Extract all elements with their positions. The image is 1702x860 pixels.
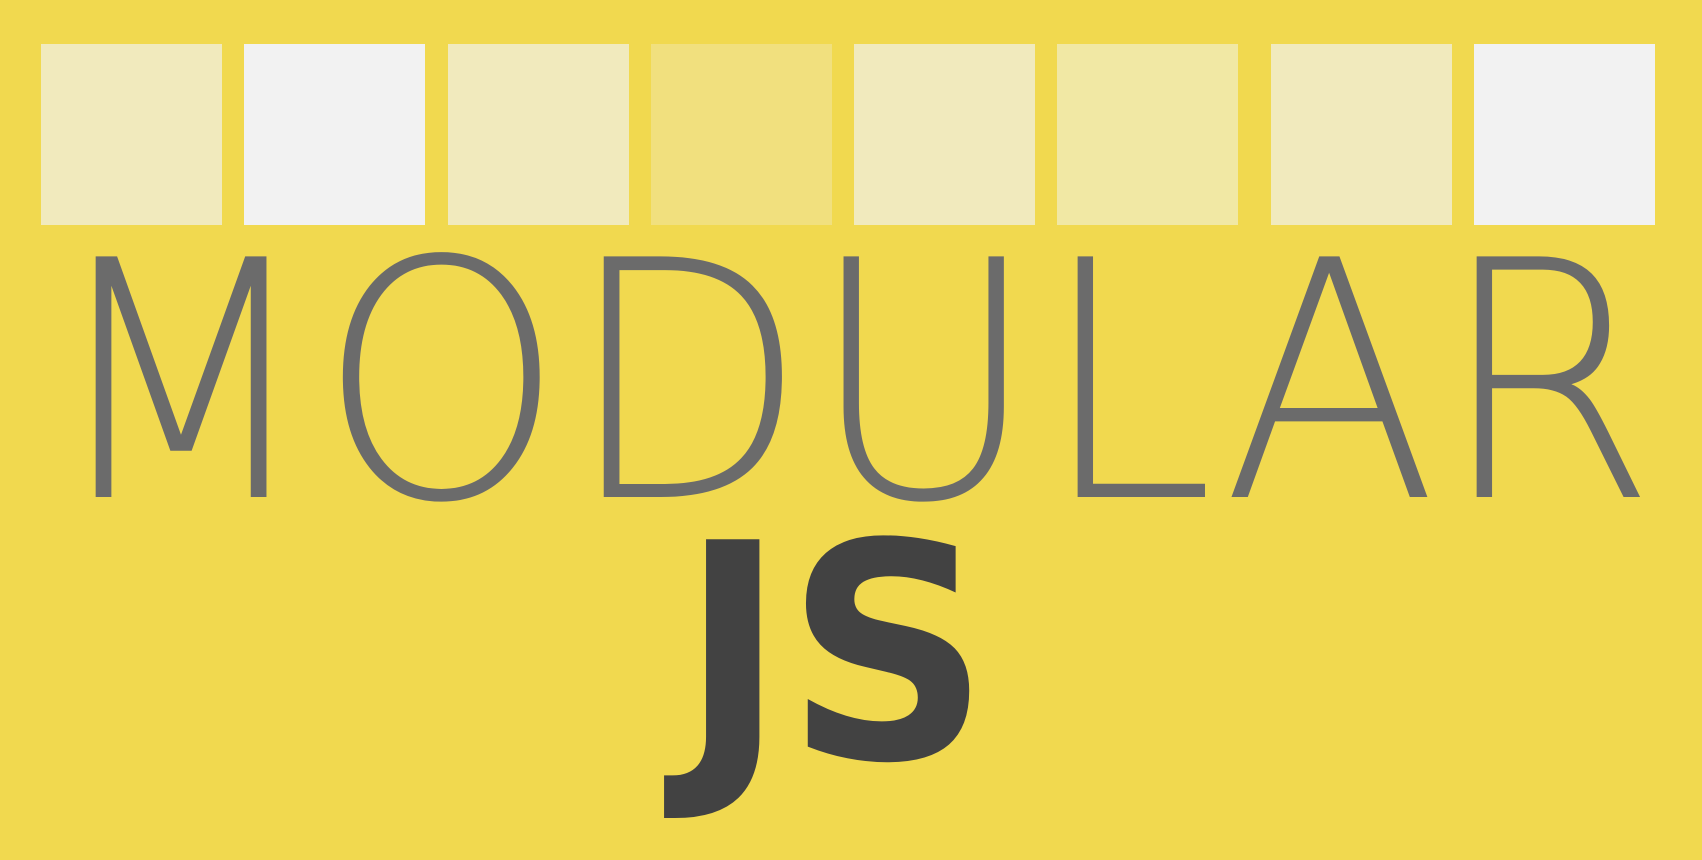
logo-text: MODULAR JS xyxy=(45,191,1657,829)
js-wordmark: JS xyxy=(662,480,990,829)
modular-js-banner: MODULAR JS xyxy=(0,0,1702,860)
